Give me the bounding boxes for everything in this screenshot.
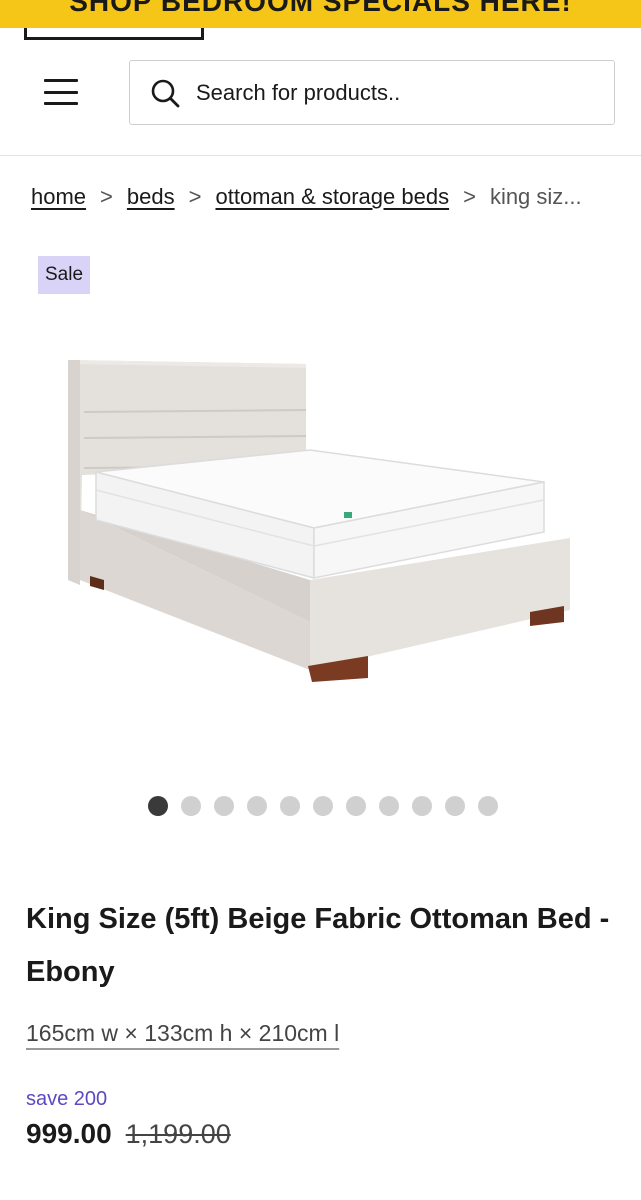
breadcrumb-home-link[interactable]: home xyxy=(31,184,86,210)
carousel-dot[interactable] xyxy=(247,796,267,816)
hamburger-menu-icon xyxy=(44,79,78,82)
search-icon xyxy=(151,79,180,107)
carousel-dot[interactable] xyxy=(412,796,432,816)
sale-badge: Sale xyxy=(38,256,90,294)
hamburger-line xyxy=(44,90,78,94)
carousel-dot[interactable] xyxy=(478,796,498,816)
search-input[interactable] xyxy=(194,78,578,107)
breadcrumb: home > beds > ottoman & storage beds > k… xyxy=(31,184,631,210)
breadcrumb-ottoman-link[interactable]: ottoman & storage beds xyxy=(215,184,449,210)
current-price: 999.00 xyxy=(26,1118,112,1149)
promo-text[interactable]: SHOP BEDROOM SPECIALS HERE! xyxy=(0,0,641,18)
carousel-dot[interactable] xyxy=(280,796,300,816)
carousel-dots xyxy=(148,796,498,816)
promo-banner[interactable]: SHOP BEDROOM SPECIALS HERE! xyxy=(0,0,641,28)
carousel-dot[interactable] xyxy=(214,796,234,816)
price-row: 999.00 1,199.00 xyxy=(26,1118,231,1150)
save-amount: save 200 xyxy=(26,1088,108,1110)
breadcrumb-separator: > xyxy=(463,184,476,209)
carousel-dot[interactable] xyxy=(313,796,333,816)
product-image[interactable] xyxy=(60,350,580,690)
product-title: King Size (5ft) Beige Fabric Ottoman Bed… xyxy=(26,903,610,988)
menu-button[interactable] xyxy=(44,79,84,105)
header-divider xyxy=(0,155,641,156)
breadcrumb-separator: > xyxy=(100,184,113,209)
carousel-dot[interactable] xyxy=(181,796,201,816)
original-price: 1,199.00 xyxy=(125,1119,231,1149)
search-bar[interactable] xyxy=(129,60,615,125)
product-dimensions[interactable]: 165cm w × 133cm h × 210cm l xyxy=(26,1020,339,1047)
breadcrumb-beds-link[interactable]: beds xyxy=(127,184,175,210)
hamburger-line xyxy=(44,102,78,105)
carousel-dot[interactable] xyxy=(445,796,465,816)
breadcrumb-current: king siz... xyxy=(489,184,582,209)
carousel-dot[interactable] xyxy=(379,796,399,816)
carousel-dot[interactable] xyxy=(148,796,168,816)
breadcrumb-separator: > xyxy=(188,184,202,209)
promo-tab xyxy=(24,28,204,40)
carousel-dot[interactable] xyxy=(346,796,366,816)
